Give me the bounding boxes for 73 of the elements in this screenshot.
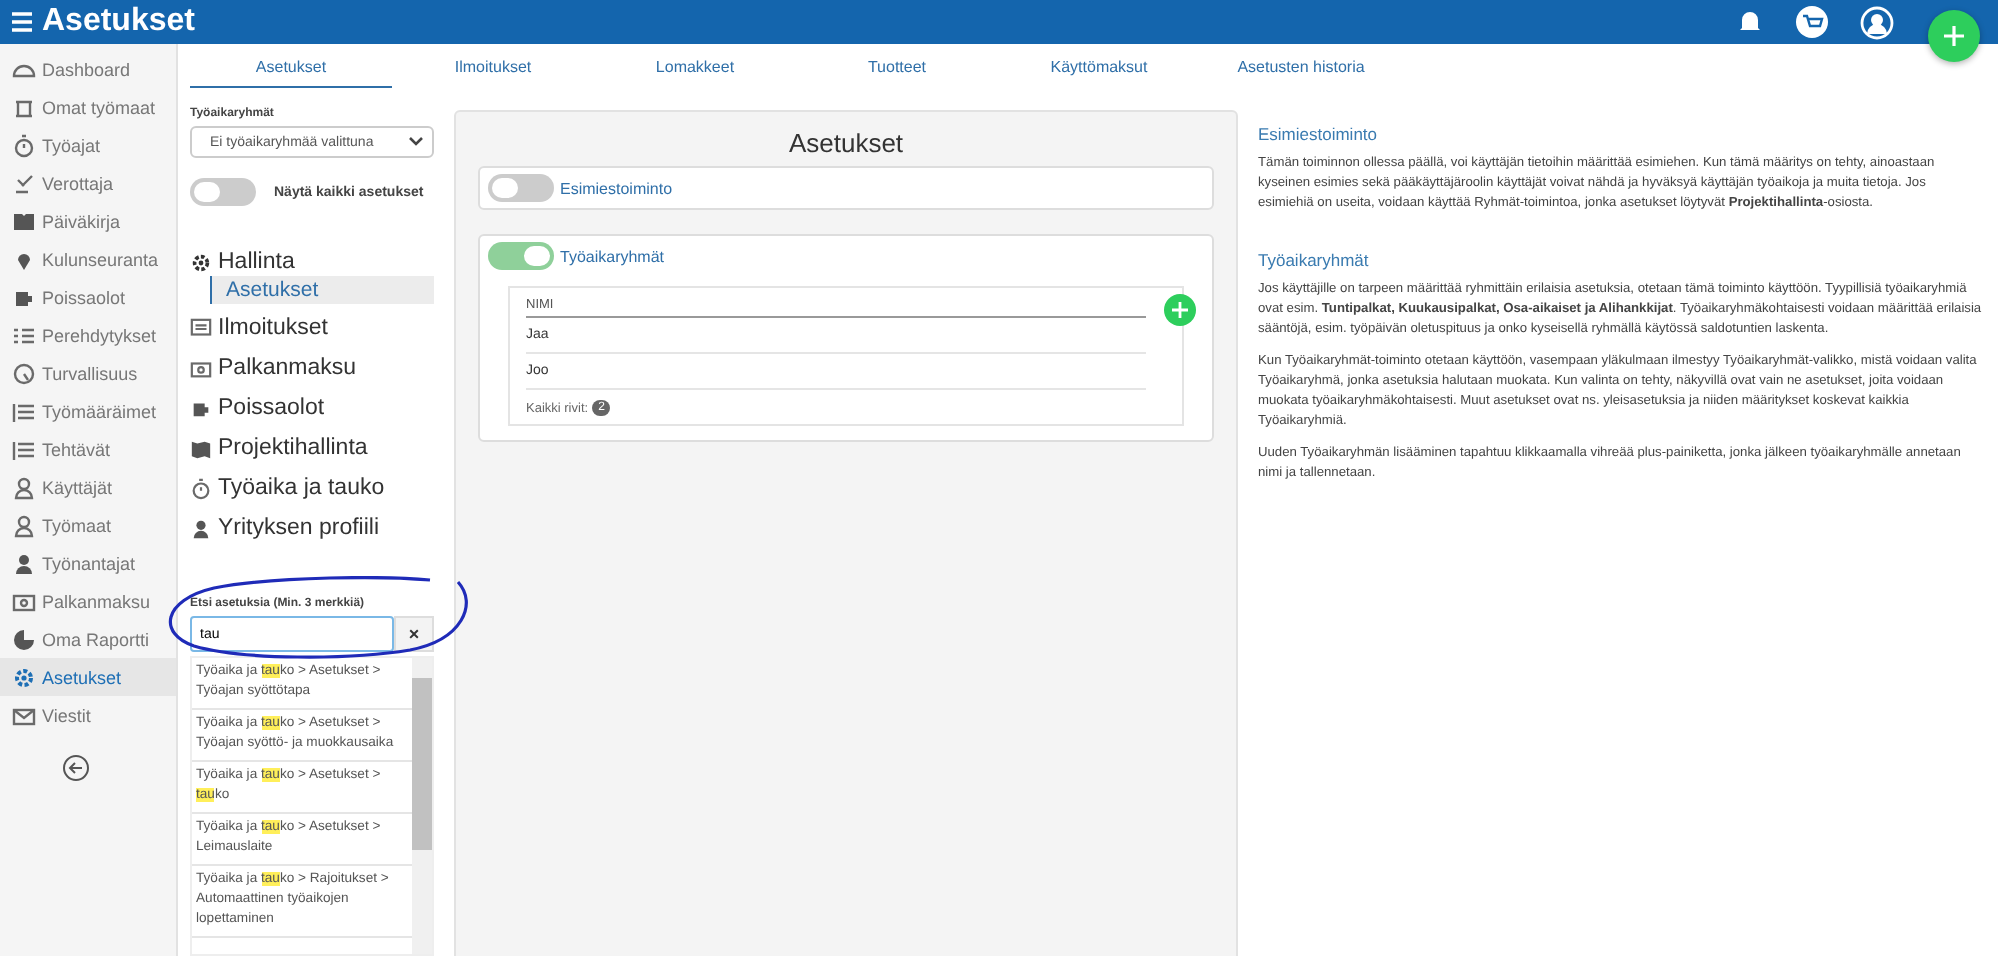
sidebar-item[interactable]: Perehdytykset (0, 316, 176, 354)
help-heading: Työaikaryhmät (1258, 250, 1371, 270)
user-icon (12, 513, 36, 537)
menu-icon (10, 10, 34, 34)
page-title: Asetukset (42, 4, 195, 40)
tab[interactable]: Lomakkeet (594, 58, 796, 88)
stopwatch-icon (12, 133, 36, 157)
checklist-icon (12, 323, 36, 347)
sidebar-item[interactable]: Työajat (0, 126, 176, 164)
add-row-button[interactable] (1164, 294, 1196, 326)
section-title: Työaikaryhmät (560, 247, 665, 265)
message-icon (190, 317, 212, 339)
sidebar-item[interactable]: Työmääräimet (0, 392, 176, 430)
section-title: Esimiestoiminto (560, 179, 673, 197)
chevron-down-icon (408, 136, 424, 148)
person-icon (12, 551, 36, 575)
settings-nav-item[interactable]: Palkanmaksu (190, 348, 434, 388)
sidebar-item[interactable]: Oma Raportti (0, 620, 176, 658)
gear-icon (12, 665, 36, 689)
settings-nav-item[interactable]: Hallinta (190, 242, 434, 282)
toggle-switch[interactable] (488, 174, 554, 202)
gavel-icon (12, 171, 36, 195)
gauge-icon (12, 361, 36, 385)
arrow-left-icon (62, 754, 90, 782)
settings-nav-subitem[interactable]: Asetukset (210, 276, 434, 304)
pie-chart-icon (12, 627, 36, 651)
gear-icon (190, 251, 212, 273)
sidebar-item[interactable]: Palkanmaksu (0, 582, 176, 620)
collapse-button[interactable] (62, 754, 90, 782)
sidebar-item[interactable]: Turvallisuus (0, 354, 176, 392)
toggle-switch[interactable] (488, 242, 554, 270)
person-icon (190, 517, 212, 539)
sidebar-item[interactable]: Työnantajat (0, 544, 176, 582)
clear-button[interactable]: × (394, 616, 434, 652)
sidebar-item[interactable]: Viestit (0, 696, 176, 734)
banknote-icon (190, 357, 212, 379)
list-icon (12, 399, 36, 423)
sidebar-item[interactable]: Päiväkirja (0, 202, 176, 240)
sidebar-item[interactable]: Työmaat (0, 506, 176, 544)
sidebar-item[interactable]: Dashboard (0, 50, 176, 88)
tab[interactable]: Asetusten historia (1200, 58, 1402, 88)
map-icon (190, 437, 212, 459)
book-icon (12, 209, 36, 233)
sidebar-item[interactable]: Tehtävät (0, 430, 176, 468)
tab[interactable]: Ilmoitukset (392, 58, 594, 88)
plus-icon (1170, 300, 1190, 320)
stopwatch-icon (190, 477, 212, 499)
sidebar-item[interactable]: Verottaja (0, 164, 176, 202)
settings-nav-item[interactable]: Yrityksen profiili (190, 508, 434, 548)
help-heading: Esimiestoiminto (1258, 124, 1380, 144)
toggle-switch[interactable] (190, 178, 256, 206)
banknote-icon (12, 589, 36, 613)
plus-icon (1942, 24, 1966, 48)
tab[interactable]: Asetukset (190, 58, 392, 88)
list-icon (12, 437, 36, 461)
settings-nav-item[interactable]: Työaika ja tauko (190, 468, 434, 508)
card-title: Asetukset (786, 128, 906, 158)
settings-nav-item[interactable]: Projektihallinta (190, 428, 434, 468)
user-icon (1860, 5, 1894, 39)
cart-icon (1796, 6, 1828, 38)
tab[interactable]: Tuotteet (796, 58, 998, 88)
add-button[interactable] (1928, 10, 1980, 62)
sidebar-item[interactable]: Asetukset (0, 658, 176, 696)
settings-nav-item[interactable]: Ilmoitukset (190, 308, 434, 348)
settings-nav-item[interactable]: Poissaolot (190, 388, 434, 428)
sidebar-item[interactable]: Omat työmaat (0, 88, 176, 126)
sidebar-item[interactable]: Kulunseuranta (0, 240, 176, 278)
scrollbar[interactable] (412, 658, 432, 954)
sidebar-item[interactable]: Käyttäjät (0, 468, 176, 506)
envelope-icon (12, 703, 36, 727)
tab[interactable]: Käyttömaksut (998, 58, 1200, 88)
bell-icon (1736, 8, 1764, 36)
sidebar-item[interactable]: Poissaolot (0, 278, 176, 316)
